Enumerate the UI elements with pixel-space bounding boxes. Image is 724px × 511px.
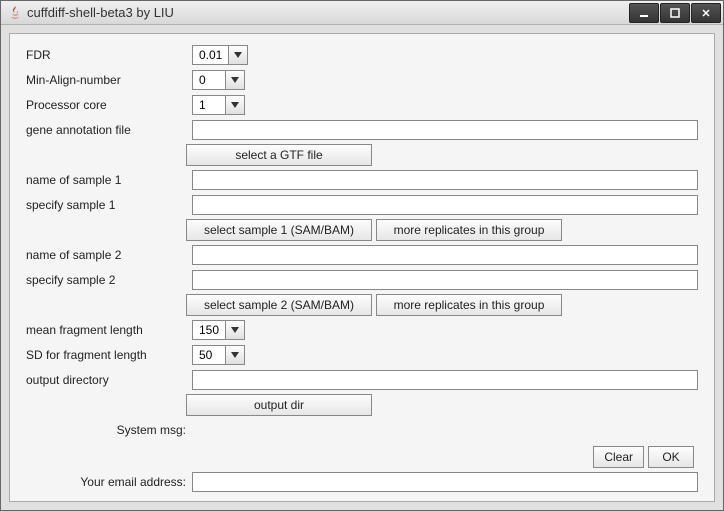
more-replicates1-button[interactable]: more replicates in this group xyxy=(376,219,562,241)
select-gtf-button[interactable]: select a GTF file xyxy=(186,144,372,166)
titlebar: cuffdiff-shell-beta3 by LIU xyxy=(1,1,723,25)
output-dir-input[interactable] xyxy=(192,370,698,390)
sample1-spec-input[interactable] xyxy=(192,195,698,215)
processor-label: Processor core xyxy=(26,98,192,112)
system-msg-label: System msg: xyxy=(26,423,192,437)
min-align-combo[interactable]: 0 xyxy=(192,70,245,90)
form-panel: FDR 0.01 Min-Align-number 0 xyxy=(9,33,715,502)
dropdown-icon[interactable] xyxy=(225,71,244,89)
email-label: Your email address: xyxy=(26,475,192,489)
dropdown-icon[interactable] xyxy=(228,46,247,64)
ok-button[interactable]: OK xyxy=(648,446,694,468)
sample2-spec-label: specify sample 2 xyxy=(26,273,192,287)
select-sample2-button[interactable]: select sample 2 (SAM/BAM) xyxy=(186,294,372,316)
output-dir-label: output directory xyxy=(26,373,192,387)
sd-fragment-combo[interactable]: 50 xyxy=(192,345,245,365)
sample2-name-input[interactable] xyxy=(192,245,698,265)
sample1-name-input[interactable] xyxy=(192,170,698,190)
clear-button[interactable]: Clear xyxy=(593,446,644,468)
sample2-spec-input[interactable] xyxy=(192,270,698,290)
fdr-combo[interactable]: 0.01 xyxy=(192,45,248,65)
min-align-label: Min-Align-number xyxy=(26,73,192,87)
processor-combo[interactable]: 1 xyxy=(192,95,245,115)
close-button[interactable] xyxy=(691,3,721,23)
select-sample1-button[interactable]: select sample 1 (SAM/BAM) xyxy=(186,219,372,241)
window-title: cuffdiff-shell-beta3 by LIU xyxy=(27,5,629,20)
email-input[interactable] xyxy=(192,472,698,492)
more-replicates2-button[interactable]: more replicates in this group xyxy=(376,294,562,316)
java-icon xyxy=(7,5,23,21)
mean-fragment-label: mean fragment length xyxy=(26,323,192,337)
mean-fragment-combo[interactable]: 150 xyxy=(192,320,245,340)
maximize-button[interactable] xyxy=(660,3,690,23)
output-dir-button[interactable]: output dir xyxy=(186,394,372,416)
sample1-spec-label: specify sample 1 xyxy=(26,198,192,212)
dropdown-icon[interactable] xyxy=(225,346,244,364)
gene-annotation-input[interactable] xyxy=(192,120,698,140)
sample2-name-label: name of sample 2 xyxy=(26,248,192,262)
dropdown-icon[interactable] xyxy=(225,96,244,114)
content-area: FDR 0.01 Min-Align-number 0 xyxy=(1,25,723,510)
sample1-name-label: name of sample 1 xyxy=(26,173,192,187)
window-controls xyxy=(629,3,721,23)
gene-annotation-label: gene annotation file xyxy=(26,123,192,137)
minimize-button[interactable] xyxy=(629,3,659,23)
sd-fragment-label: SD for fragment length xyxy=(26,348,192,362)
dropdown-icon[interactable] xyxy=(225,321,244,339)
fdr-label: FDR xyxy=(26,48,192,62)
app-window: cuffdiff-shell-beta3 by LIU FDR 0.01 Min… xyxy=(0,0,724,511)
